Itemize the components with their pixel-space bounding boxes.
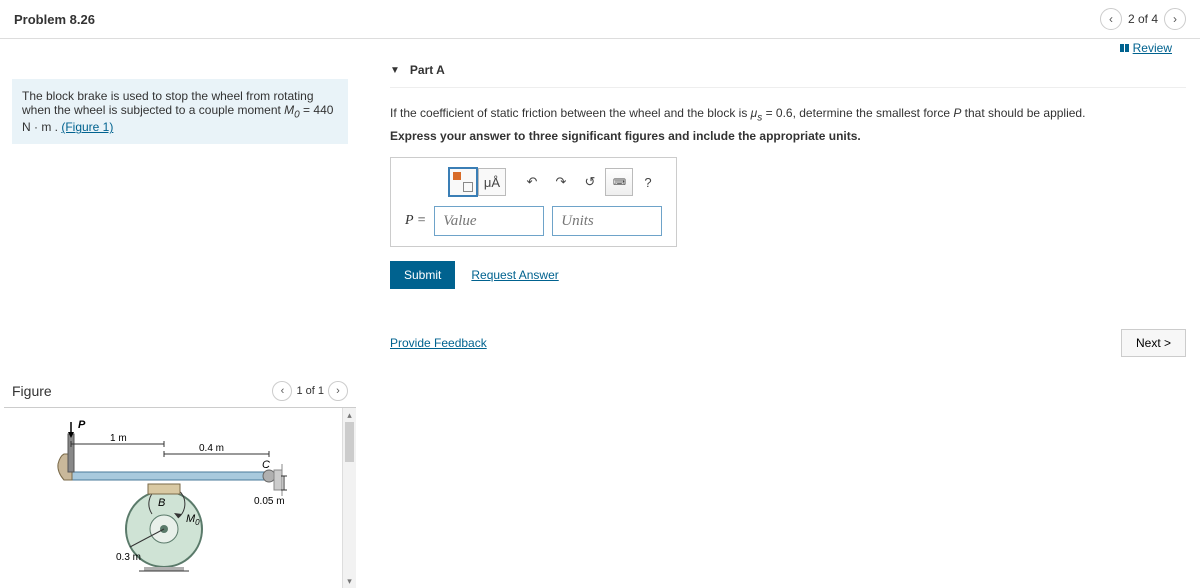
next-problem-button[interactable]: › — [1164, 8, 1186, 30]
scroll-thumb[interactable] — [345, 422, 354, 462]
problem-counter: 2 of 4 — [1128, 12, 1158, 26]
scroll-down-icon[interactable]: ▾ — [343, 574, 356, 588]
submit-button[interactable]: Submit — [390, 261, 455, 289]
svg-text:0.3 m: 0.3 m — [116, 552, 141, 563]
svg-text:0.05 m: 0.05 m — [254, 496, 285, 507]
part-toggle[interactable]: ▼ Part A — [390, 59, 1186, 88]
svg-text:C: C — [262, 459, 270, 471]
answer-label: P = — [405, 213, 426, 229]
scroll-up-icon[interactable]: ▴ — [343, 408, 356, 422]
answer-instruction: Express your answer to three significant… — [390, 129, 1186, 143]
figure-prev-button[interactable]: ‹ — [272, 381, 292, 401]
request-answer-link[interactable]: Request Answer — [471, 268, 558, 282]
problem-statement: The block brake is used to stop the whee… — [12, 79, 348, 144]
svg-text:1 m: 1 m — [110, 433, 127, 444]
answer-box: μÅ ↶ ↷ ↺ ⌨ ? P = — [390, 157, 677, 247]
reset-button[interactable]: ↺ — [576, 168, 604, 196]
svg-text:0.4 m: 0.4 m — [199, 443, 224, 454]
help-button[interactable]: ? — [634, 168, 662, 196]
question-text: If the coefficient of static friction be… — [390, 106, 1186, 123]
templates-button[interactable] — [449, 168, 477, 196]
figure-diagram: M0 0.3 m B C — [44, 414, 304, 574]
svg-text:B: B — [158, 497, 165, 509]
figure-body: M0 0.3 m B C — [4, 408, 356, 588]
flag-icon — [1120, 44, 1129, 52]
part-title: Part A — [410, 63, 445, 77]
undo-button[interactable]: ↶ — [518, 168, 546, 196]
svg-text:P: P — [78, 419, 86, 431]
prev-problem-button[interactable]: ‹ — [1100, 8, 1122, 30]
units-input[interactable] — [552, 206, 662, 236]
redo-button[interactable]: ↷ — [547, 168, 575, 196]
figure-link[interactable]: (Figure 1) — [61, 120, 113, 134]
caret-down-icon: ▼ — [390, 65, 400, 76]
review-link[interactable]: Review — [1120, 41, 1172, 55]
problem-title: Problem 8.26 — [14, 12, 95, 27]
symbols-button[interactable]: μÅ — [478, 168, 506, 196]
value-input[interactable] — [434, 206, 544, 236]
keyboard-button[interactable]: ⌨ — [605, 168, 633, 196]
figure-title: Figure — [12, 383, 52, 399]
figure-next-button[interactable]: › — [328, 381, 348, 401]
next-button[interactable]: Next > — [1121, 329, 1186, 357]
figure-counter: 1 of 1 — [296, 385, 324, 397]
figure-scrollbar[interactable]: ▴ ▾ — [342, 408, 356, 588]
provide-feedback-link[interactable]: Provide Feedback — [390, 336, 487, 350]
